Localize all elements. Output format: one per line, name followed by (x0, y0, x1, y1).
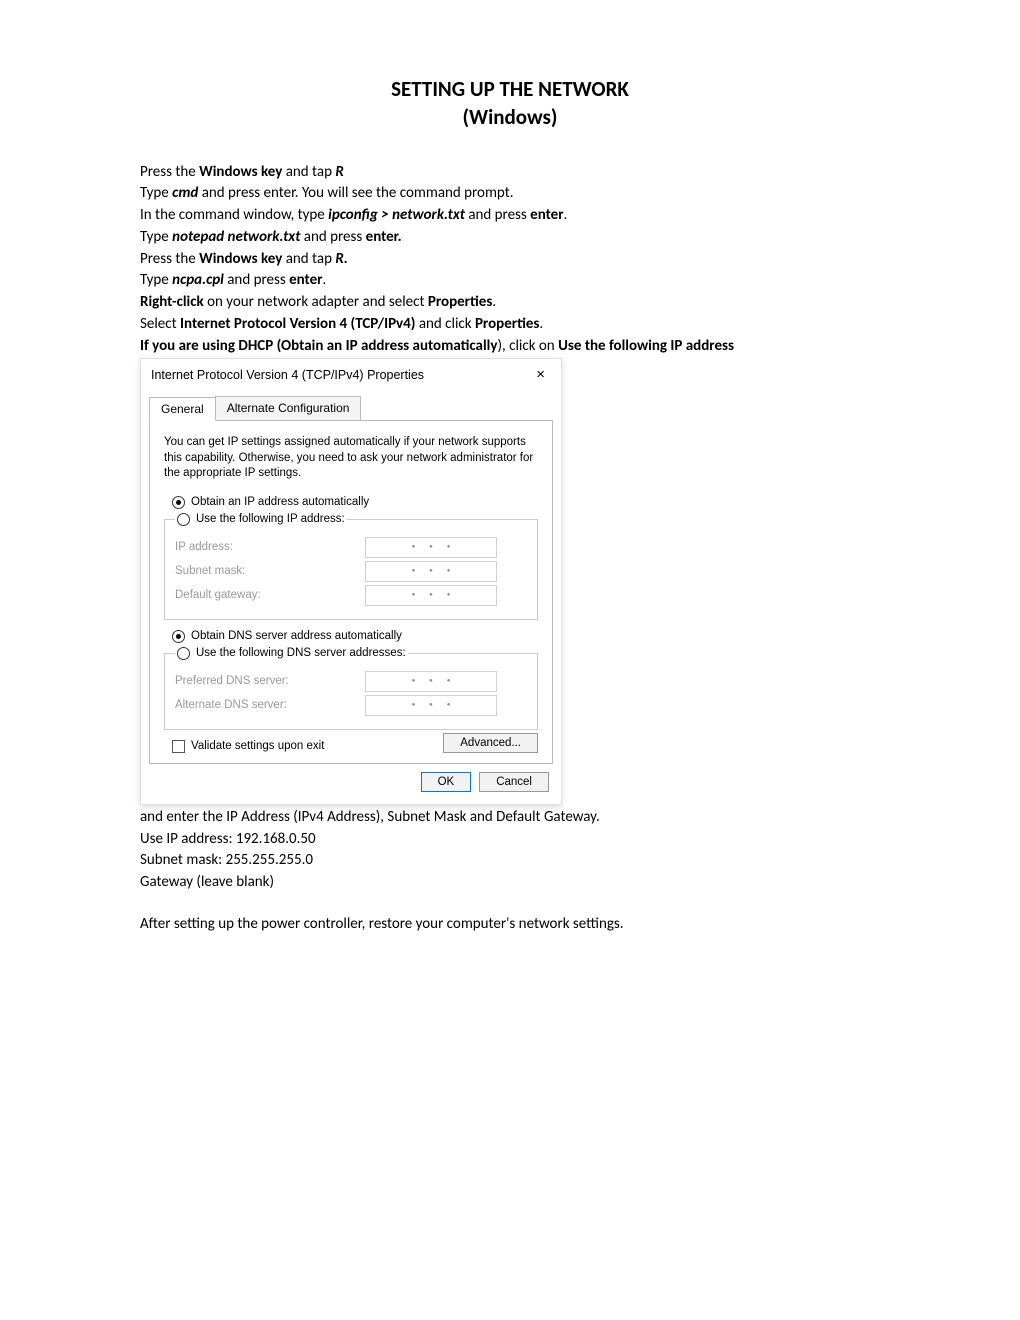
title-line-1: SETTING UP THE NETWORK (140, 75, 880, 103)
cancel-button[interactable]: Cancel (479, 772, 549, 792)
label-ip-address: IP address: (175, 541, 365, 553)
dhcp-instruction: If you are using DHCP (Obtain an IP addr… (140, 336, 880, 358)
title-line-2: (Windows) (140, 103, 880, 131)
checkbox-icon (172, 740, 185, 753)
radio-use-following-dns[interactable]: Use the following DNS server addresses: (177, 647, 406, 660)
tab-strip: General Alternate Configuration (149, 396, 553, 421)
radio-use-following-ip[interactable]: Use the following IP address: (177, 513, 345, 526)
label-subnet-mask: Subnet mask: (175, 565, 365, 577)
ip-address-input[interactable]: ●●● (365, 537, 497, 558)
radio-obtain-dns-automatically[interactable]: Obtain DNS server address automatically (172, 630, 538, 643)
radio-icon (177, 647, 190, 660)
subnet-mask-input[interactable]: ●●● (365, 561, 497, 582)
instructions-block: Press the Windows key and tap R Type cmd… (140, 162, 880, 358)
alternate-dns-input[interactable]: ●●● (365, 695, 497, 716)
close-icon[interactable]: × (530, 365, 551, 384)
ipv4-properties-dialog: Internet Protocol Version 4 (TCP/IPv4) P… (140, 358, 562, 805)
radio-icon (172, 496, 185, 509)
tab-general[interactable]: General (149, 397, 216, 421)
radio-obtain-ip-automatically[interactable]: Obtain an IP address automatically (172, 496, 538, 509)
tab-alternate-configuration[interactable]: Alternate Configuration (215, 396, 362, 420)
radio-icon (172, 630, 185, 643)
dialog-description: You can get IP settings assigned automat… (164, 435, 538, 482)
ok-button[interactable]: OK (421, 772, 472, 792)
advanced-button[interactable]: Advanced... (443, 733, 538, 753)
post-dialog-text: and enter the IP Address (IPv4 Address),… (140, 807, 880, 936)
label-preferred-dns: Preferred DNS server: (175, 675, 365, 687)
default-gateway-input[interactable]: ●●● (365, 585, 497, 606)
label-default-gateway: Default gateway: (175, 589, 365, 601)
dialog-title: Internet Protocol Version 4 (TCP/IPv4) P… (151, 368, 424, 382)
document-title: SETTING UP THE NETWORK (Windows) (140, 75, 880, 132)
radio-icon (177, 513, 190, 526)
label-alternate-dns: Alternate DNS server: (175, 699, 365, 711)
preferred-dns-input[interactable]: ●●● (365, 671, 497, 692)
